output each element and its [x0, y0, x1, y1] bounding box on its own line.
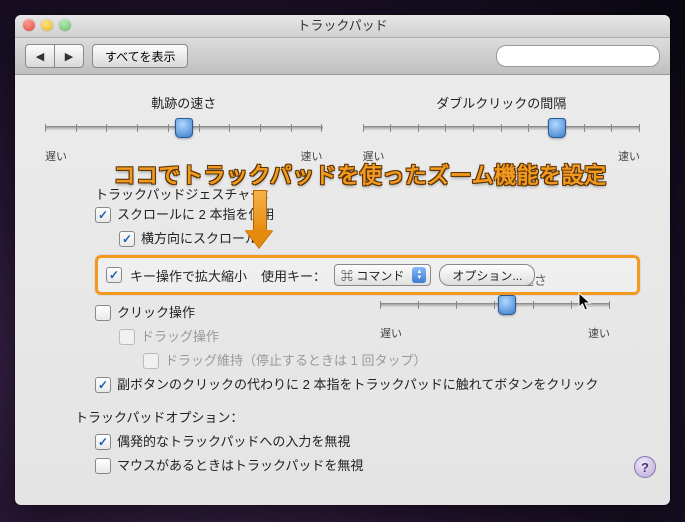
ignore-when-mouse-checkbox[interactable]: マウスがあるときはトラックパッドを無視 [95, 454, 640, 478]
checkbox-icon [95, 458, 111, 474]
zoom-button[interactable] [59, 19, 71, 31]
forward-icon: ▶ [65, 50, 73, 63]
secondary-click-checkbox[interactable]: 副ボタンのクリックの代わりに 2 本指をトラックパッドに触れてボタンをクリック [95, 373, 640, 397]
doubleclick-speed-group: ダブルクリックの間隔 遅い速い [363, 93, 641, 164]
window-title: トラックパッド [297, 18, 387, 33]
back-icon: ◀ [36, 50, 44, 63]
traffic-lights [23, 19, 71, 31]
zoom-key-label: 使用キー： [261, 266, 326, 285]
chevron-updown-icon: ▲▼ [412, 267, 426, 283]
drag-lock-checkbox: ドラッグ維持（停止するときは 1 回タップ） [143, 349, 640, 373]
titlebar: トラックパッド [15, 15, 670, 38]
horizontal-scroll-checkbox[interactable]: 横方向にスクロール [119, 227, 640, 251]
gestures-section-title: トラックパッドジェスチャー： [95, 184, 640, 203]
zoom-key-popup[interactable]: ⌘ コマンド ▲▼ [334, 264, 431, 286]
checkbox-icon [143, 353, 159, 369]
checkbox-icon [95, 434, 111, 450]
checkbox-icon [95, 305, 111, 321]
scroll-speed-slider[interactable] [380, 295, 610, 323]
nav-segment: ◀ ▶ [25, 44, 84, 68]
content-area: 軌跡の速さ 遅い速い ダブルクリックの間隔 遅い速い トラックパッドジェスチャー… [15, 75, 670, 488]
zoom-checkbox-label: キー操作で拡大縮小 [130, 266, 247, 285]
back-button[interactable]: ◀ [25, 44, 54, 68]
ignore-accidental-checkbox[interactable]: 偶発的なトラックパッドへの入力を無視 [95, 430, 640, 454]
zoom-row-highlight: キー操作で拡大縮小 使用キー： ⌘ コマンド ▲▼ オプション... [95, 255, 640, 295]
tracking-speed-group: 軌跡の速さ 遅い速い [45, 93, 323, 164]
minimize-button[interactable] [41, 19, 53, 31]
zoom-checkbox[interactable] [106, 267, 122, 283]
preferences-window: トラックパッド ◀ ▶ すべてを表示 軌跡の速さ 遅い速い ダブルク [15, 15, 670, 505]
two-finger-scroll-checkbox[interactable]: スクロールに 2 本指を使用 [95, 203, 640, 227]
search-input[interactable] [507, 49, 653, 63]
doubleclick-speed-label: ダブルクリックの間隔 [363, 93, 641, 112]
toolbar: ◀ ▶ すべてを表示 [15, 38, 670, 75]
checkbox-icon [119, 231, 135, 247]
show-all-button[interactable]: すべてを表示 [92, 44, 188, 68]
options-section-title: トラックパッドオプション： [75, 407, 640, 426]
help-button[interactable]: ? [634, 456, 656, 478]
tracking-speed-label: 軌跡の速さ [45, 93, 323, 112]
checkbox-icon [95, 207, 111, 223]
zoom-options-button[interactable]: オプション... [439, 264, 535, 286]
search-field[interactable] [496, 45, 660, 67]
checkbox-icon [95, 377, 111, 393]
forward-button[interactable]: ▶ [54, 44, 84, 68]
tracking-speed-slider[interactable] [45, 118, 323, 146]
close-button[interactable] [23, 19, 35, 31]
doubleclick-speed-slider[interactable] [363, 118, 641, 146]
checkbox-icon [119, 329, 135, 345]
